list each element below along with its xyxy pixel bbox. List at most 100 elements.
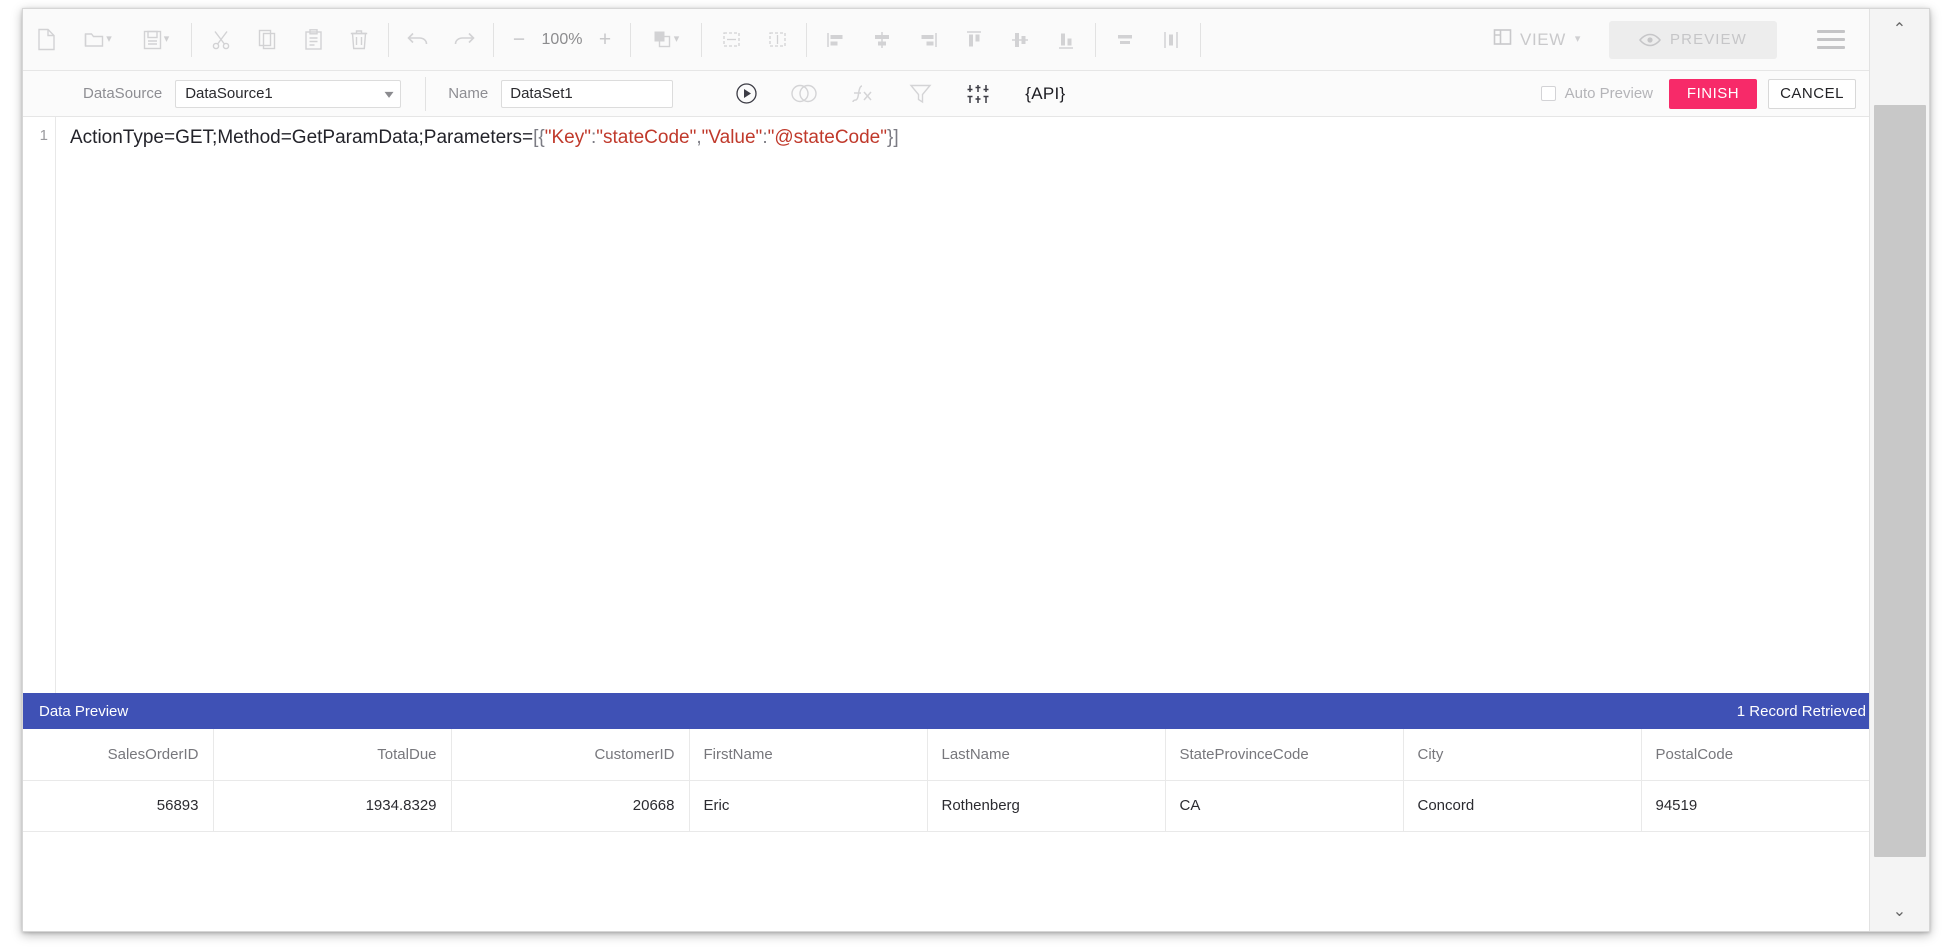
dataset-toolbar: DataSource DataSource1 ▾ Name DataSet1 {… xyxy=(23,71,1869,117)
column-header-postalcode[interactable]: PostalCode xyxy=(1641,729,1869,781)
code-token-plain: ActionType=GET;Method=GetParamData;Param… xyxy=(70,127,534,148)
datasource-selected-value: DataSource1 xyxy=(185,85,273,102)
preview-button[interactable]: PREVIEW xyxy=(1609,20,1777,59)
auto-preview-checkbox[interactable]: Auto Preview xyxy=(1540,85,1653,102)
column-header-stateprovincecode[interactable]: StateProvinceCode xyxy=(1165,729,1404,781)
cell-totaldue: 1934.8329 xyxy=(213,780,452,832)
delete-icon[interactable] xyxy=(336,20,382,60)
dataset-toolbar-divider xyxy=(425,76,427,111)
finish-button-label: FINISH xyxy=(1686,85,1740,102)
column-header-customerid[interactable]: CustomerID xyxy=(451,729,690,781)
editor-code-line[interactable]: ActionType=GET;Method=GetParamData;Param… xyxy=(70,125,899,151)
column-header-city[interactable]: City xyxy=(1403,729,1642,781)
toolbar-divider xyxy=(1200,22,1201,57)
undo-icon[interactable] xyxy=(395,20,441,60)
code-token-string: "@stateCode" xyxy=(767,127,887,148)
toolbar-divider xyxy=(388,22,389,57)
table-row[interactable]: 56893 1934.8329 20668 Eric Rothenberg CA Conco… xyxy=(23,780,1869,832)
column-header-totaldue[interactable]: TotalDue xyxy=(213,729,452,781)
dataset-name-input[interactable]: DataSet1 xyxy=(501,79,674,108)
zoom-out-button[interactable]: − xyxy=(504,29,534,50)
zoom-control: − 100% + xyxy=(500,29,624,50)
group-icon[interactable] xyxy=(708,20,754,60)
distribute-vertical-icon[interactable] xyxy=(1148,20,1194,60)
toolbar-group-group xyxy=(708,9,800,70)
datasource-label: DataSource xyxy=(83,85,163,102)
toolbar-divider xyxy=(1095,22,1096,57)
cell-stateprovincecode: CA xyxy=(1165,780,1404,832)
ungroup-icon[interactable] xyxy=(754,20,800,60)
filter-icon[interactable] xyxy=(891,75,949,113)
toolbar-group-file: ▾ ▾ xyxy=(23,9,185,70)
view-menu-label: VIEW xyxy=(1520,29,1566,49)
bring-to-front-icon[interactable]: ▾ xyxy=(637,20,695,60)
align-left-icon[interactable] xyxy=(813,20,859,60)
chevron-down-icon: ▾ xyxy=(384,86,394,101)
distribute-horizontal-icon[interactable] xyxy=(1102,20,1148,60)
cell-postalcode: 94519 xyxy=(1641,780,1869,832)
query-editor[interactable]: 1 ActionType=GET;Method=GetParamData;Par… xyxy=(23,117,1869,693)
chevron-down-icon: ▾ xyxy=(106,33,112,45)
cell-firstname: Eric xyxy=(689,780,928,832)
column-header-firstname[interactable]: FirstName xyxy=(689,729,928,781)
vertical-scrollbar[interactable]: ⌃ ⌄ xyxy=(1869,9,1929,931)
editor-line-number: 1 xyxy=(39,127,48,144)
dataset-toolbar-right: Auto Preview FINISH CANCEL xyxy=(1540,78,1869,109)
dataset-action-icons xyxy=(717,75,1007,113)
toolbar-divider xyxy=(806,22,807,57)
cell-lastname: Rothenberg xyxy=(927,780,1166,832)
cell-customerid: 20668 xyxy=(451,780,690,832)
finish-button[interactable]: FINISH xyxy=(1669,78,1757,109)
open-folder-icon[interactable]: ▾ xyxy=(69,20,127,60)
code-token-string: "stateCode" xyxy=(596,127,697,148)
datasource-select[interactable]: DataSource1 ▾ xyxy=(175,79,402,108)
api-badge-label: {API} xyxy=(1025,83,1066,103)
table-header-row: SalesOrderID TotalDue CustomerID FirstName L… xyxy=(23,729,1869,781)
save-icon[interactable]: ▾ xyxy=(127,20,185,60)
cell-salesorderid: 56893 xyxy=(23,780,214,832)
redo-icon[interactable] xyxy=(441,20,487,60)
code-token-string: "Value" xyxy=(701,127,763,148)
relations-icon[interactable] xyxy=(775,75,833,113)
toolbar-group-history xyxy=(395,9,487,70)
chevron-down-icon: ▾ xyxy=(673,33,680,45)
checkbox-box-icon xyxy=(1540,86,1556,101)
parameters-icon[interactable] xyxy=(949,75,1007,113)
copy-icon[interactable] xyxy=(244,20,290,60)
data-preview-body: SalesOrderID TotalDue CustomerID FirstName L… xyxy=(23,729,1869,931)
align-bottom-icon[interactable] xyxy=(1043,20,1089,60)
toolbar-divider xyxy=(630,22,631,57)
table-body: 56893 1934.8329 20668 Eric Rothenberg CA Conco… xyxy=(23,780,1869,832)
hamburger-menu-icon[interactable] xyxy=(1803,17,1859,63)
paste-icon[interactable] xyxy=(290,20,336,60)
align-center-horizontal-icon[interactable] xyxy=(859,20,905,60)
align-top-icon[interactable] xyxy=(951,20,997,60)
align-right-icon[interactable] xyxy=(905,20,951,60)
function-fx-icon[interactable] xyxy=(833,75,891,113)
column-header-lastname[interactable]: LastName xyxy=(927,729,1166,781)
zoom-in-button[interactable]: + xyxy=(590,29,620,50)
dataset-name-value: DataSet1 xyxy=(510,85,573,102)
preview-button-label: PREVIEW xyxy=(1670,31,1747,48)
toolbar-group-clipboard xyxy=(198,9,382,70)
code-token-string: "Key" xyxy=(544,127,591,148)
eye-icon xyxy=(1639,33,1661,47)
cut-icon[interactable] xyxy=(198,20,244,60)
new-file-icon[interactable] xyxy=(23,20,69,60)
cancel-button[interactable]: CANCEL xyxy=(1768,78,1856,109)
scroll-up-arrow-icon[interactable]: ⌃ xyxy=(1870,9,1929,49)
zoom-level-value[interactable]: 100% xyxy=(534,31,590,49)
scroll-down-arrow-icon[interactable]: ⌄ xyxy=(1870,891,1929,931)
code-token-punct: }] xyxy=(886,127,899,148)
run-query-icon[interactable] xyxy=(717,75,775,113)
scrollbar-thumb[interactable] xyxy=(1874,105,1926,857)
table-head: SalesOrderID TotalDue CustomerID FirstName L… xyxy=(23,729,1869,781)
cell-city: Concord xyxy=(1403,780,1642,832)
api-badge[interactable]: {API} xyxy=(1025,84,1065,104)
data-preview-header: Data Preview 1 Record Retrieved xyxy=(23,693,1869,729)
align-middle-icon[interactable] xyxy=(997,20,1043,60)
chevron-down-icon: ▾ xyxy=(1574,33,1581,45)
column-header-salesorderid[interactable]: SalesOrderID xyxy=(23,729,214,781)
view-menu-button[interactable]: VIEW ▾ xyxy=(1483,22,1591,57)
toolbar-group-distribute xyxy=(1102,9,1194,70)
